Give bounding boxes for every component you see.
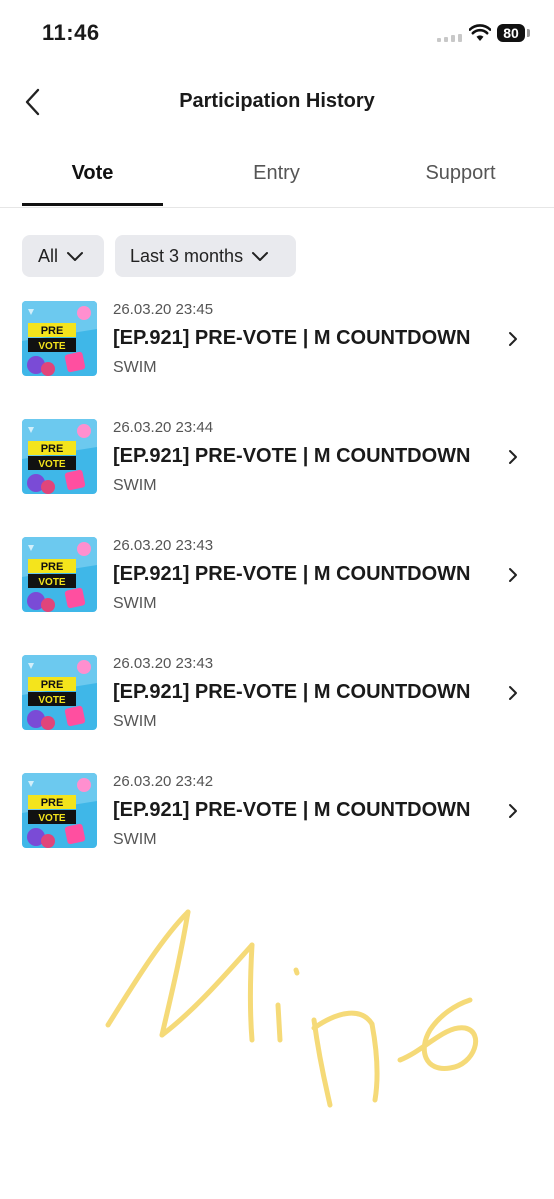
item-date: 26.03.20 23:43 [113, 655, 214, 672]
status-bar: 11:46 80 [0, 0, 554, 66]
type-filter-label: All [38, 245, 59, 266]
vote-thumbnail: PRE VOTE [22, 301, 97, 376]
thumb-label-vote: VOTE [38, 695, 66, 706]
list-item[interactable]: PRE VOTE 26.03.20 23:45 [EP.921] PRE-VOT… [0, 290, 554, 390]
item-date: 26.03.20 23:45 [113, 301, 214, 318]
vote-thumbnail: PRE VOTE [22, 419, 97, 494]
signature-drawing [105, 909, 479, 1108]
item-date: 26.03.20 23:42 [113, 773, 214, 790]
item-title: [EP.921] PRE-VOTE | M COUNTDOWN [113, 327, 471, 349]
thumb-label-vote: VOTE [38, 341, 66, 352]
item-title: [EP.921] PRE-VOTE | M COUNTDOWN [113, 563, 471, 585]
vote-thumbnail: PRE VOTE [22, 537, 97, 612]
tab-vote[interactable]: Vote [22, 146, 163, 206]
thumb-label-vote: VOTE [38, 813, 66, 824]
thumb-label-pre: PRE [41, 679, 64, 691]
active-tab-indicator [22, 203, 163, 206]
status-time: 11:46 [42, 20, 100, 45]
thumb-label-vote: VOTE [38, 577, 66, 588]
item-title: [EP.921] PRE-VOTE | M COUNTDOWN [113, 445, 471, 467]
thumb-label-pre: PRE [41, 443, 64, 455]
cellular-signal-icon [437, 34, 463, 42]
item-date: 26.03.20 23:43 [113, 537, 214, 554]
item-date: 26.03.20 23:44 [113, 419, 214, 436]
type-filter-dropdown[interactable]: All [22, 235, 104, 277]
item-subtitle: SWIM [113, 831, 157, 848]
battery-tip [527, 29, 530, 37]
list-item[interactable]: PRE VOTE 26.03.20 23:42 [EP.921] PRE-VOT… [0, 762, 554, 862]
wifi-icon [469, 24, 491, 41]
item-title: [EP.921] PRE-VOTE | M COUNTDOWN [113, 799, 471, 821]
period-filter-dropdown[interactable]: Last 3 months [115, 235, 296, 277]
vote-thumbnail: PRE VOTE [22, 773, 97, 848]
list-item[interactable]: PRE VOTE 26.03.20 23:43 [EP.921] PRE-VOT… [0, 644, 554, 744]
item-subtitle: SWIM [113, 713, 157, 730]
battery-icon: 80 [497, 24, 525, 42]
item-title: [EP.921] PRE-VOTE | M COUNTDOWN [113, 681, 471, 703]
item-subtitle: SWIM [113, 359, 157, 376]
chevron-right-icon[interactable] [506, 684, 520, 702]
chevron-right-icon[interactable] [506, 566, 520, 584]
period-filter-label: Last 3 months [130, 245, 244, 266]
thumb-label-pre: PRE [41, 325, 64, 337]
chevron-right-icon[interactable] [506, 802, 520, 820]
thumb-label-pre: PRE [41, 561, 64, 573]
thumb-label-pre: PRE [41, 797, 64, 809]
vote-thumbnail: PRE VOTE [22, 655, 97, 730]
tab-entry[interactable]: Entry [206, 146, 347, 206]
tab-bar: Vote Entry Support [0, 146, 554, 208]
list-item[interactable]: PRE VOTE 26.03.20 23:44 [EP.921] PRE-VOT… [0, 408, 554, 508]
tab-support[interactable]: Support [390, 146, 531, 206]
chevron-down-icon [67, 252, 84, 261]
thumb-label-vote: VOTE [38, 459, 66, 470]
list-item[interactable]: PRE VOTE 26.03.20 23:43 [EP.921] PRE-VOT… [0, 526, 554, 626]
chevron-down-icon [252, 252, 269, 261]
chevron-right-icon[interactable] [506, 448, 520, 466]
chevron-right-icon[interactable] [506, 330, 520, 348]
item-subtitle: SWIM [113, 477, 157, 494]
header: Participation History [0, 70, 554, 134]
page-title: Participation History [179, 90, 375, 112]
item-subtitle: SWIM [113, 595, 157, 612]
